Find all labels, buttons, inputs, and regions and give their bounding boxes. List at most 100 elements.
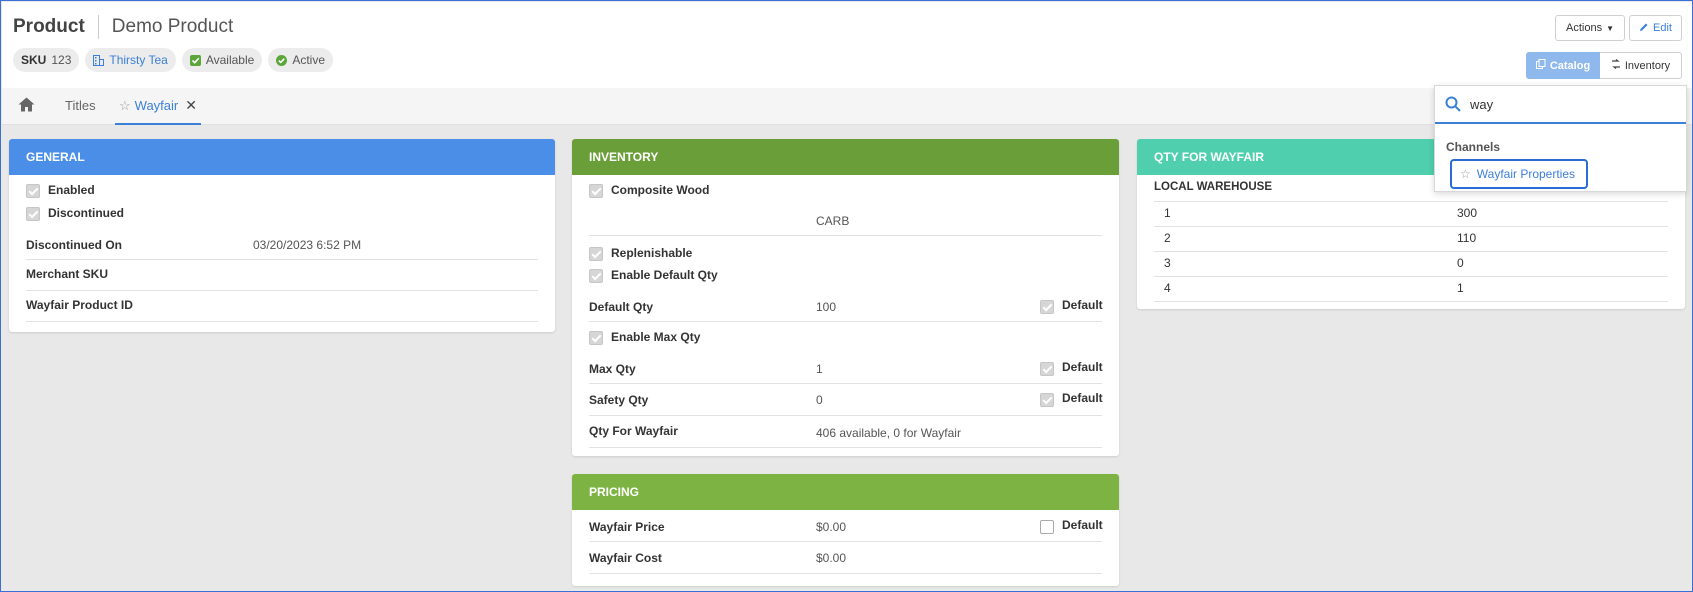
search-result-wayfair-properties[interactable]: ☆ Wayfair Properties bbox=[1450, 159, 1588, 189]
general-panel: GENERAL Enabled Discontinued Discontinue… bbox=[9, 139, 555, 332]
cost-label: Wayfair Cost bbox=[589, 551, 662, 565]
price-default-checkbox[interactable] bbox=[1040, 520, 1054, 534]
warehouse-cell: 1 bbox=[1164, 206, 1171, 220]
star-icon[interactable]: ☆ bbox=[119, 98, 131, 114]
discontinued-checkbox[interactable] bbox=[26, 207, 40, 221]
check-square-icon bbox=[189, 54, 201, 66]
tab-wayfair[interactable]: ☆ Wayfair ✕ bbox=[115, 88, 201, 125]
warehouse-cell: 2 bbox=[1164, 231, 1171, 245]
enable-default-qty-row: Enable Default Qty bbox=[589, 268, 1102, 288]
title-divider bbox=[97, 15, 99, 39]
default-qty-value: 100 bbox=[816, 300, 837, 314]
enable-default-qty-checkbox[interactable] bbox=[589, 269, 603, 283]
divider bbox=[26, 290, 538, 291]
safety-qty-value: 0 bbox=[816, 393, 823, 407]
safety-qty-row: Safety Qty 0 Default bbox=[589, 391, 1103, 413]
app-frame: Product Demo Product SKU 123 Thirsty Tea… bbox=[0, 0, 1693, 592]
home-icon bbox=[18, 97, 35, 112]
search-query: way bbox=[1470, 96, 1494, 112]
search-result-label: Wayfair Properties bbox=[1476, 167, 1576, 181]
qty-cell: 1 bbox=[1457, 281, 1464, 295]
actions-label: Actions bbox=[1566, 22, 1603, 34]
warehouse-cell: 3 bbox=[1164, 256, 1171, 270]
edit-button[interactable]: Edit bbox=[1629, 15, 1682, 41]
divider bbox=[1154, 201, 1668, 202]
inventory-panel: INVENTORY Composite Wood CARB Replenisha… bbox=[572, 139, 1119, 456]
divider bbox=[1154, 226, 1668, 227]
enable-max-qty-row: Enable Max Qty bbox=[589, 330, 1102, 350]
safety-qty-label: Safety Qty bbox=[589, 393, 649, 407]
max-qty-value: 1 bbox=[816, 362, 823, 376]
caret-down-icon: ▼ bbox=[1606, 23, 1614, 33]
divider bbox=[26, 259, 538, 260]
active-label: Active bbox=[292, 53, 326, 67]
star-icon: ☆ bbox=[1460, 167, 1471, 181]
search-icon bbox=[1445, 96, 1461, 112]
qty-cell: 300 bbox=[1457, 206, 1478, 220]
edit-label: Edit bbox=[1653, 22, 1672, 34]
home-tab[interactable] bbox=[18, 97, 35, 117]
product-id-label: Wayfair Product ID bbox=[26, 298, 133, 312]
sku-badge: SKU 123 bbox=[13, 48, 80, 72]
default-qty-default-checkbox[interactable] bbox=[1040, 300, 1054, 314]
title-row: Product Demo Product bbox=[13, 15, 233, 39]
enable-max-qty-label: Enable Max Qty bbox=[611, 330, 701, 344]
search-dropdown: way Channels ☆ Wayfair Properties bbox=[1434, 85, 1687, 192]
divider bbox=[589, 541, 1102, 542]
divider bbox=[589, 573, 1102, 574]
table-row: 2 110 bbox=[1154, 231, 1668, 251]
max-qty-row: Max Qty 1 Default bbox=[589, 360, 1103, 382]
pencil-icon bbox=[1639, 22, 1649, 35]
carb-value: CARB bbox=[816, 214, 850, 228]
inventory-button[interactable]: Inventory bbox=[1600, 52, 1682, 79]
divider bbox=[26, 321, 538, 322]
qty-for-wayfair-value: 406 available, 0 for Wayfair bbox=[816, 426, 961, 440]
merchant-sku-label: Merchant SKU bbox=[26, 267, 109, 281]
safety-qty-default-label: Default bbox=[1062, 391, 1103, 405]
composite-wood-checkbox[interactable] bbox=[589, 184, 603, 198]
product-id-row: Wayfair Product ID bbox=[26, 298, 538, 318]
merchant-sku-row: Merchant SKU bbox=[26, 267, 538, 287]
cost-value: $0.00 bbox=[816, 551, 847, 565]
replenishable-checkbox[interactable] bbox=[589, 247, 603, 261]
qty-for-wayfair-row: Qty For Wayfair 406 available, 0 for Way… bbox=[589, 424, 1102, 444]
qty-cell: 0 bbox=[1457, 256, 1464, 270]
actions-button[interactable]: Actions ▼ bbox=[1555, 15, 1625, 41]
safety-qty-default-checkbox[interactable] bbox=[1040, 393, 1054, 407]
table-row: 1 300 bbox=[1154, 206, 1668, 226]
view-switch: Catalog Inventory bbox=[1526, 52, 1682, 79]
replenishable-row: Replenishable bbox=[589, 246, 1102, 266]
divider bbox=[589, 415, 1102, 416]
divider bbox=[1154, 301, 1668, 302]
inventory-label: Inventory bbox=[1624, 59, 1671, 72]
search-group-label: Channels bbox=[1446, 140, 1501, 154]
brand-badge[interactable]: Thirsty Tea bbox=[85, 48, 176, 72]
cost-row: Wayfair Cost $0.00 bbox=[589, 551, 1102, 571]
check-circle-icon bbox=[276, 54, 288, 66]
brand-link[interactable]: Thirsty Tea bbox=[109, 53, 167, 67]
catalog-label: Catalog bbox=[1549, 59, 1591, 72]
close-icon[interactable]: ✕ bbox=[185, 97, 197, 114]
default-qty-label: Default Qty bbox=[589, 300, 654, 314]
default-qty-default-label: Default bbox=[1062, 298, 1103, 312]
catalog-button[interactable]: Catalog bbox=[1526, 52, 1600, 79]
divider bbox=[589, 447, 1102, 448]
composite-wood-label: Composite Wood bbox=[611, 183, 710, 197]
divider bbox=[1154, 276, 1668, 277]
qty-cell: 110 bbox=[1457, 231, 1477, 245]
tab-titles[interactable]: Titles bbox=[65, 98, 96, 113]
max-qty-default-checkbox[interactable] bbox=[1040, 362, 1054, 376]
search-input[interactable]: way bbox=[1435, 86, 1686, 124]
sku-value: 123 bbox=[51, 53, 72, 67]
enabled-checkbox[interactable] bbox=[26, 184, 40, 198]
warehouse-cell: 4 bbox=[1164, 281, 1171, 295]
page-header: Product Demo Product SKU 123 Thirsty Tea… bbox=[2, 2, 1692, 88]
enable-max-qty-checkbox[interactable] bbox=[589, 331, 603, 345]
default-qty-row: Default Qty 100 Default bbox=[589, 298, 1103, 320]
max-qty-label: Max Qty bbox=[589, 362, 636, 376]
price-row: Wayfair Price $0.00 Default bbox=[589, 518, 1103, 540]
enabled-row: Enabled bbox=[26, 183, 538, 203]
max-qty-default-label: Default bbox=[1062, 360, 1103, 374]
price-value: $0.00 bbox=[816, 520, 847, 534]
replenishable-label: Replenishable bbox=[611, 246, 693, 260]
